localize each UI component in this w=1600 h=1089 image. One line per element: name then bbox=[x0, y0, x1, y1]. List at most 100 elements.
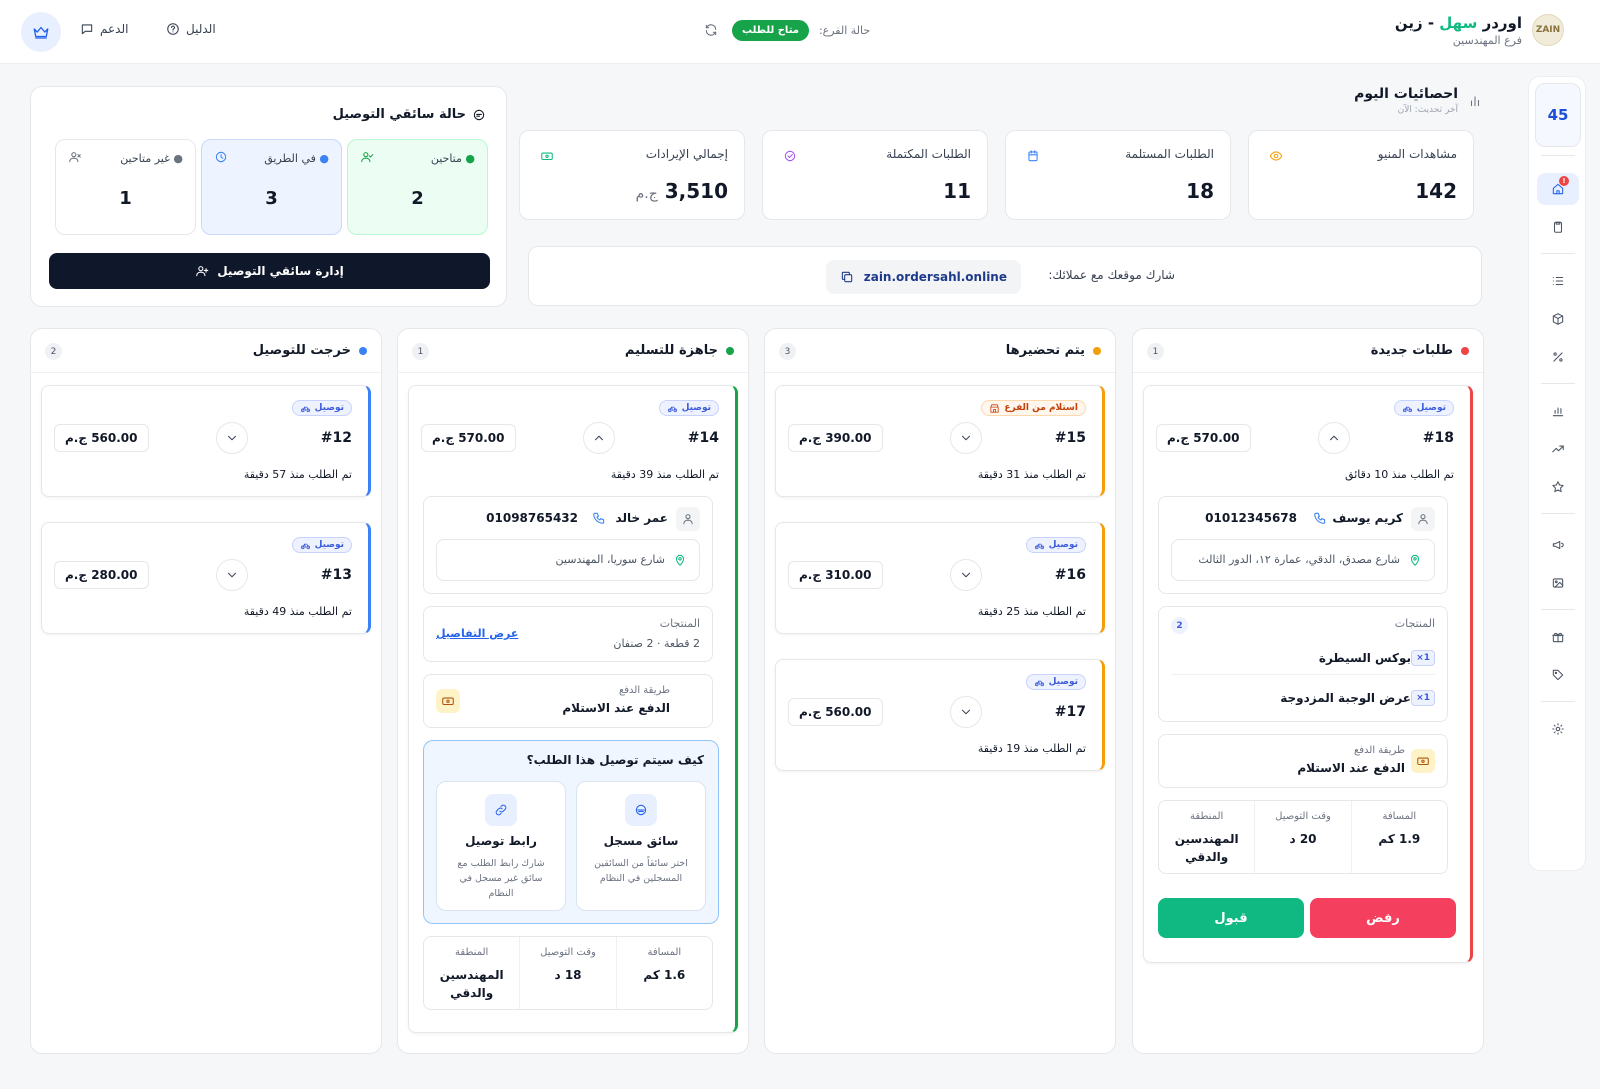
product-name: عرض الوجبة المزدوجة bbox=[1280, 691, 1411, 705]
user-x-icon bbox=[68, 150, 82, 164]
products-box: المنتجات 2 ×1 بوكس السيطرة ×1 عرض الوجبة… bbox=[1158, 606, 1448, 722]
order-tag: استلام من الفرع bbox=[981, 400, 1086, 416]
bike-icon bbox=[1034, 677, 1045, 688]
phone-icon[interactable] bbox=[592, 511, 606, 525]
sidebar-item-orders[interactable] bbox=[1537, 211, 1579, 243]
order-price: 390.00 ج.م bbox=[788, 424, 883, 452]
stats-updated: آخر تحديث: الآن bbox=[1397, 105, 1458, 115]
share-url: zain.ordersahl.online bbox=[863, 270, 1007, 284]
order-card-15[interactable]: استلام من الفرع #15 390.00 ج.م تم الطلب … bbox=[775, 385, 1105, 497]
trending-up-icon bbox=[1552, 445, 1564, 453]
sidebar-item-media[interactable] bbox=[1537, 567, 1579, 599]
refresh-icon[interactable] bbox=[700, 19, 722, 41]
crown-button[interactable] bbox=[21, 12, 61, 52]
branch-status: حالة الفرع: متاح للطلب bbox=[700, 19, 870, 41]
address-text: شارع سوريا، المهندسين bbox=[555, 553, 665, 566]
support-link[interactable]: الدعم bbox=[80, 22, 128, 36]
expand-button[interactable] bbox=[950, 696, 982, 728]
reject-button[interactable]: رفض bbox=[1310, 898, 1456, 938]
tag-label: توصيل bbox=[1048, 677, 1078, 687]
delivery-metrics: المسافة 1.6 كم وقت التوصيل 18 د المنطقة … bbox=[423, 936, 713, 1010]
expand-button[interactable] bbox=[216, 422, 248, 454]
branch-status-badge[interactable]: متاح للطلب bbox=[732, 19, 809, 41]
bike-icon bbox=[300, 403, 311, 414]
payment-box: طريقة الدفع الدفع عند الاستلام bbox=[423, 674, 713, 728]
column-title-text: يتم تحضيرها bbox=[1005, 343, 1085, 358]
sidebar-item-reports[interactable] bbox=[1537, 395, 1579, 427]
sidebar-divider bbox=[1541, 253, 1575, 254]
products-count: 2 bbox=[1171, 617, 1188, 634]
phone-icon[interactable] bbox=[1313, 511, 1327, 525]
sidebar-item-settings[interactable] bbox=[1537, 713, 1579, 745]
brand-suffix: - زين bbox=[1394, 14, 1435, 32]
guide-link[interactable]: الدليل bbox=[166, 22, 216, 36]
customer-box: عمر خالد 01098765432 شارع سوريا، المهندس… bbox=[423, 496, 713, 594]
sidebar-counter[interactable]: 45 bbox=[1535, 83, 1581, 147]
sidebar-divider bbox=[1541, 155, 1575, 156]
order-card-17[interactable]: توصيل #17 560.00 ج.م تم الطلب منذ 19 دقي… bbox=[775, 659, 1105, 771]
stat-value: 142 bbox=[1415, 179, 1457, 203]
expand-button[interactable] bbox=[950, 559, 982, 591]
column-new-orders: طلبات جديدة 1 توصيل #18 570.00 ج.م تم ال… bbox=[1132, 328, 1484, 1054]
stat-value: 18 bbox=[1186, 179, 1214, 203]
sidebar-item-home[interactable]: ! bbox=[1537, 173, 1579, 205]
collapse-button[interactable] bbox=[583, 422, 615, 454]
order-card-16[interactable]: توصيل #16 310.00 ج.م تم الطلب منذ 25 دقي… bbox=[775, 522, 1105, 634]
customer-box: كريم يوسف 01012345678 شارع مصدق، الدقي، … bbox=[1158, 496, 1448, 594]
sidebar-item-products[interactable] bbox=[1537, 303, 1579, 335]
sidebar-item-offers[interactable] bbox=[1537, 621, 1579, 653]
tag-label: توصيل bbox=[1048, 540, 1078, 550]
collapse-button[interactable] bbox=[1318, 422, 1350, 454]
right-sidebar: 45 ! bbox=[1528, 76, 1586, 871]
sidebar-item-analytics[interactable] bbox=[1537, 433, 1579, 465]
clock-icon bbox=[214, 150, 228, 164]
customer-phone[interactable]: 01012345678 bbox=[1205, 511, 1297, 525]
sidebar-item-menu[interactable] bbox=[1537, 265, 1579, 297]
tag-label: توصيل bbox=[314, 540, 344, 550]
address-box: شارع سوريا، المهندسين bbox=[436, 539, 700, 581]
customer-phone[interactable]: 01098765432 bbox=[486, 511, 578, 525]
column-count: 3 bbox=[779, 343, 796, 360]
tag-label: توصيل bbox=[314, 403, 344, 413]
order-card-14[interactable]: توصيل #14 570.00 ج.م تم الطلب منذ 39 دقي… bbox=[408, 385, 738, 1033]
message-square-icon bbox=[80, 22, 94, 36]
column-preparing: يتم تحضيرها 3 استلام من الفرع #15 390.00… bbox=[764, 328, 1116, 1054]
sidebar-divider bbox=[1541, 701, 1575, 702]
payment-label: طريقة الدفع bbox=[618, 685, 670, 696]
order-price: 570.00 ج.م bbox=[421, 424, 516, 452]
stats-header: احصائيات اليوم آخر تحديث: الآن bbox=[1354, 86, 1458, 115]
expand-button[interactable] bbox=[950, 422, 982, 454]
manage-drivers-button[interactable]: إدارة سائقي التوصيل bbox=[49, 253, 490, 289]
column-header: طلبات جديدة 1 bbox=[1133, 329, 1483, 373]
chevron-down-icon bbox=[225, 431, 239, 445]
sidebar-item-marketing[interactable] bbox=[1537, 529, 1579, 561]
expand-button[interactable] bbox=[216, 559, 248, 591]
accept-button[interactable]: قبول bbox=[1158, 898, 1304, 938]
column-title: جاهزة للتسليم bbox=[625, 343, 734, 358]
order-card-13[interactable]: توصيل #13 280.00 ج.م تم الطلب منذ 49 دقي… bbox=[41, 522, 371, 634]
image-icon bbox=[1552, 578, 1564, 588]
sidebar-item-reviews[interactable] bbox=[1537, 471, 1579, 503]
delivery-metrics: المسافة 1.9 كم وقت التوصيل 20 د المنطقة … bbox=[1158, 800, 1448, 874]
metric-label: المنطقة bbox=[455, 947, 489, 958]
option-delivery-link[interactable]: رابط توصيل شارك رابط الطلب مع سائق غير م… bbox=[436, 781, 566, 911]
chevron-up-icon bbox=[1327, 431, 1341, 445]
delivery-method-box: كيف سيتم توصيل هذا الطلب؟ سائق مسجل اختر… bbox=[423, 740, 719, 924]
view-details-link[interactable]: عرض التفاصيل bbox=[436, 627, 518, 640]
drivers-on-way[interactable]: ● في الطريق 3 bbox=[201, 139, 342, 235]
share-label: شارك موقعك مع عملائك: bbox=[1048, 268, 1175, 282]
column-title: طلبات جديدة bbox=[1371, 343, 1469, 358]
metric-value: 1.6 كم bbox=[643, 968, 686, 982]
share-link[interactable]: zain.ordersahl.online bbox=[825, 260, 1021, 294]
drivers-available[interactable]: ● متاحين 2 bbox=[347, 139, 488, 235]
cash-icon bbox=[1411, 749, 1435, 773]
order-card-18[interactable]: توصيل #18 570.00 ج.م تم الطلب منذ 10 دقا… bbox=[1143, 385, 1473, 963]
order-card-12[interactable]: توصيل #12 560.00 ج.م تم الطلب منذ 57 دقي… bbox=[41, 385, 371, 497]
sidebar-item-tags[interactable] bbox=[1537, 659, 1579, 691]
drivers-unavailable[interactable]: ● غير متاحين 1 bbox=[55, 139, 196, 235]
option-registered-driver[interactable]: سائق مسجل اختر سائقاً من السائقين المسجل… bbox=[576, 781, 706, 911]
sidebar-item-discounts[interactable] bbox=[1537, 341, 1579, 373]
product-name: بوكس السيطرة bbox=[1318, 651, 1411, 665]
order-id: #13 bbox=[320, 567, 352, 583]
copy-icon[interactable] bbox=[840, 270, 854, 284]
